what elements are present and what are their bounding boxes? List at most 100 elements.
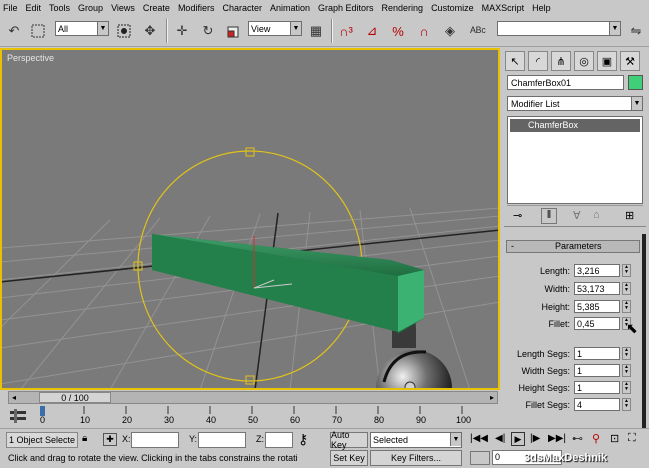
select-manipulate-icon[interactable]: ✥ xyxy=(140,20,160,42)
width-spinner[interactable]: ▲ ▼ xyxy=(622,282,631,295)
menu-rendering[interactable]: Rendering xyxy=(382,3,424,13)
length-label: Length: xyxy=(539,266,570,276)
fillet-label: Fillet: xyxy=(548,319,570,329)
go-to-end-icon[interactable]: ▶▶| xyxy=(548,433,566,444)
maximize-viewport-icon[interactable]: ⛶ xyxy=(628,432,636,445)
move-icon[interactable]: ✛ xyxy=(172,20,192,42)
pivot-center-icon[interactable]: ▦ xyxy=(306,20,326,42)
next-frame-icon[interactable]: ▸ xyxy=(490,393,494,402)
fillet-segs-field[interactable]: 4 xyxy=(574,398,620,411)
display-tab-icon[interactable]: ▣ xyxy=(597,51,617,71)
motion-tab-icon[interactable]: ◎ xyxy=(574,51,594,71)
auto-key-button[interactable]: Auto Key xyxy=(330,430,368,450)
snap-3-icon[interactable]: ∩³ xyxy=(336,20,356,42)
time-config-icon[interactable] xyxy=(470,451,490,465)
menu-customize[interactable]: Customize xyxy=(431,3,474,13)
go-to-start-icon[interactable]: |◀◀ xyxy=(470,433,488,444)
named-selection-icon[interactable]: ◈ xyxy=(440,20,460,42)
menu-animation[interactable]: Animation xyxy=(270,3,310,13)
play-icon[interactable]: ▶ xyxy=(511,432,525,446)
make-unique-icon[interactable]: ∀ xyxy=(573,209,581,222)
key-mode-icon[interactable]: ⊷ xyxy=(572,432,583,445)
watermark: 3dsMaxDeshnik xyxy=(524,452,608,464)
next-frame-icon[interactable]: |▶ xyxy=(530,433,540,444)
tick-label: 80 xyxy=(374,415,385,425)
object-name-field[interactable]: ChamferBox01 xyxy=(507,75,624,90)
menu-graph-editors[interactable]: Graph Editors xyxy=(318,3,374,13)
time-slider[interactable]: 0 / 100 ◂ ▸ xyxy=(8,391,498,404)
panel-scrollbar[interactable] xyxy=(642,234,646,434)
z-coordinate-field[interactable] xyxy=(265,432,293,448)
zoom-all-icon[interactable]: ⊡ xyxy=(610,432,619,445)
menu-modifiers[interactable]: Modifiers xyxy=(178,3,215,13)
configure-modifier-sets-icon[interactable]: ⊞ xyxy=(625,209,634,222)
menu-edit[interactable]: Edit xyxy=(26,3,42,13)
key-filters-button[interactable]: Key Filters... xyxy=(370,450,462,466)
height-spinner[interactable]: ▲ ▼ xyxy=(622,300,631,313)
set-key-button[interactable]: Set Key xyxy=(330,450,368,466)
edit-named-selection-icon[interactable]: ᴬᴮᶜ xyxy=(468,20,488,42)
menu-character[interactable]: Character xyxy=(222,3,262,13)
remove-modifier-icon[interactable]: ⌂ xyxy=(593,209,600,221)
hierarchy-tab-icon[interactable]: ⋔ xyxy=(551,51,571,71)
zoom-icon[interactable]: ⚲ xyxy=(592,432,600,445)
menu-views[interactable]: Views xyxy=(111,3,135,13)
undo-icon[interactable]: ↶ xyxy=(4,20,24,42)
modifier-stack-item[interactable]: ChamferBox xyxy=(510,119,640,132)
percent-snap-icon[interactable]: % xyxy=(388,20,408,42)
modifier-list-dropdown[interactable]: Modifier List ▼ xyxy=(507,96,643,111)
length-segs-spinner[interactable]: ▲ ▼ xyxy=(622,347,631,360)
perspective-viewport[interactable]: Perspective xyxy=(0,48,500,390)
scale-icon[interactable] xyxy=(224,20,244,42)
menu-create[interactable]: Create xyxy=(143,3,170,13)
width-segs-field[interactable]: 1 xyxy=(574,364,620,377)
height-segs-spinner[interactable]: ▲ ▼ xyxy=(622,381,631,394)
time-slider-thumb[interactable]: 0 / 100 xyxy=(39,392,111,403)
width-segs-spinner[interactable]: ▲ ▼ xyxy=(622,364,631,377)
chevron-down-icon: ▼ xyxy=(290,22,301,35)
mirror-icon[interactable]: ⇋ xyxy=(626,20,646,42)
named-selection-set-dropdown[interactable]: ▼ xyxy=(497,21,621,36)
select-region-icon[interactable] xyxy=(28,20,48,42)
menu-tools[interactable]: Tools xyxy=(49,3,70,13)
menu-group[interactable]: Group xyxy=(78,3,103,13)
track-bar[interactable]: 0 10 20 30 40 50 60 70 80 90 100 xyxy=(40,406,490,426)
show-end-result-icon[interactable]: ‖ xyxy=(541,208,557,224)
command-panel: ↖ ◜ ⋔ ◎ ▣ ⚒ ChamferBox01 Modifier List ▼… xyxy=(502,48,649,434)
utilities-tab-icon[interactable]: ⚒ xyxy=(620,51,640,71)
width-field[interactable]: 53,173 xyxy=(574,282,620,295)
length-spinner[interactable]: ▲ ▼ xyxy=(622,264,631,277)
width-segs-label: Width Segs: xyxy=(521,366,570,376)
viewport-label[interactable]: Perspective xyxy=(7,53,54,63)
y-coordinate-field[interactable] xyxy=(198,432,246,448)
selection-filter-dropdown[interactable]: All ▼ xyxy=(55,21,109,36)
fillet-field[interactable]: 0,45 xyxy=(574,317,620,330)
absolute-mode-icon[interactable]: ✚ xyxy=(103,433,117,446)
object-color-swatch[interactable] xyxy=(628,75,643,90)
menu-maxscript[interactable]: MAXScript xyxy=(482,3,525,13)
height-segs-field[interactable]: 1 xyxy=(574,381,620,394)
track-bar-icon[interactable] xyxy=(8,408,30,426)
angle-snap-icon[interactable]: ⊿ xyxy=(362,20,382,42)
tick-label: 0 xyxy=(40,415,46,425)
menu-help[interactable]: Help xyxy=(532,3,551,13)
rotate-icon[interactable]: ↻ xyxy=(198,20,218,42)
length-segs-field[interactable]: 1 xyxy=(574,347,620,360)
create-tab-icon[interactable]: ↖ xyxy=(505,51,525,71)
height-field[interactable]: 5,385 xyxy=(574,300,620,313)
previous-frame-icon[interactable]: ◀| xyxy=(495,433,505,444)
key-icon[interactable]: ⚷ xyxy=(298,431,308,448)
select-object-icon[interactable] xyxy=(114,20,134,42)
x-coordinate-field[interactable] xyxy=(131,432,179,448)
pin-stack-icon[interactable]: ⊸ xyxy=(513,209,522,222)
key-selection-dropdown[interactable]: Selected ▼ xyxy=(370,432,462,448)
prev-frame-icon[interactable]: ◂ xyxy=(12,393,16,402)
fillet-segs-spinner[interactable]: ▲ ▼ xyxy=(622,398,631,411)
modify-tab-icon[interactable]: ◜ xyxy=(528,51,548,71)
length-field[interactable]: 3,216 xyxy=(574,264,620,277)
lock-icon[interactable]: 🔒︎ xyxy=(82,433,87,444)
menu-file[interactable]: File xyxy=(3,3,18,13)
spinner-snap-icon[interactable]: ∩ xyxy=(414,20,434,42)
parameters-rollout-header[interactable]: - Parameters xyxy=(506,240,640,253)
reference-coord-dropdown[interactable]: View ▼ xyxy=(248,21,302,36)
